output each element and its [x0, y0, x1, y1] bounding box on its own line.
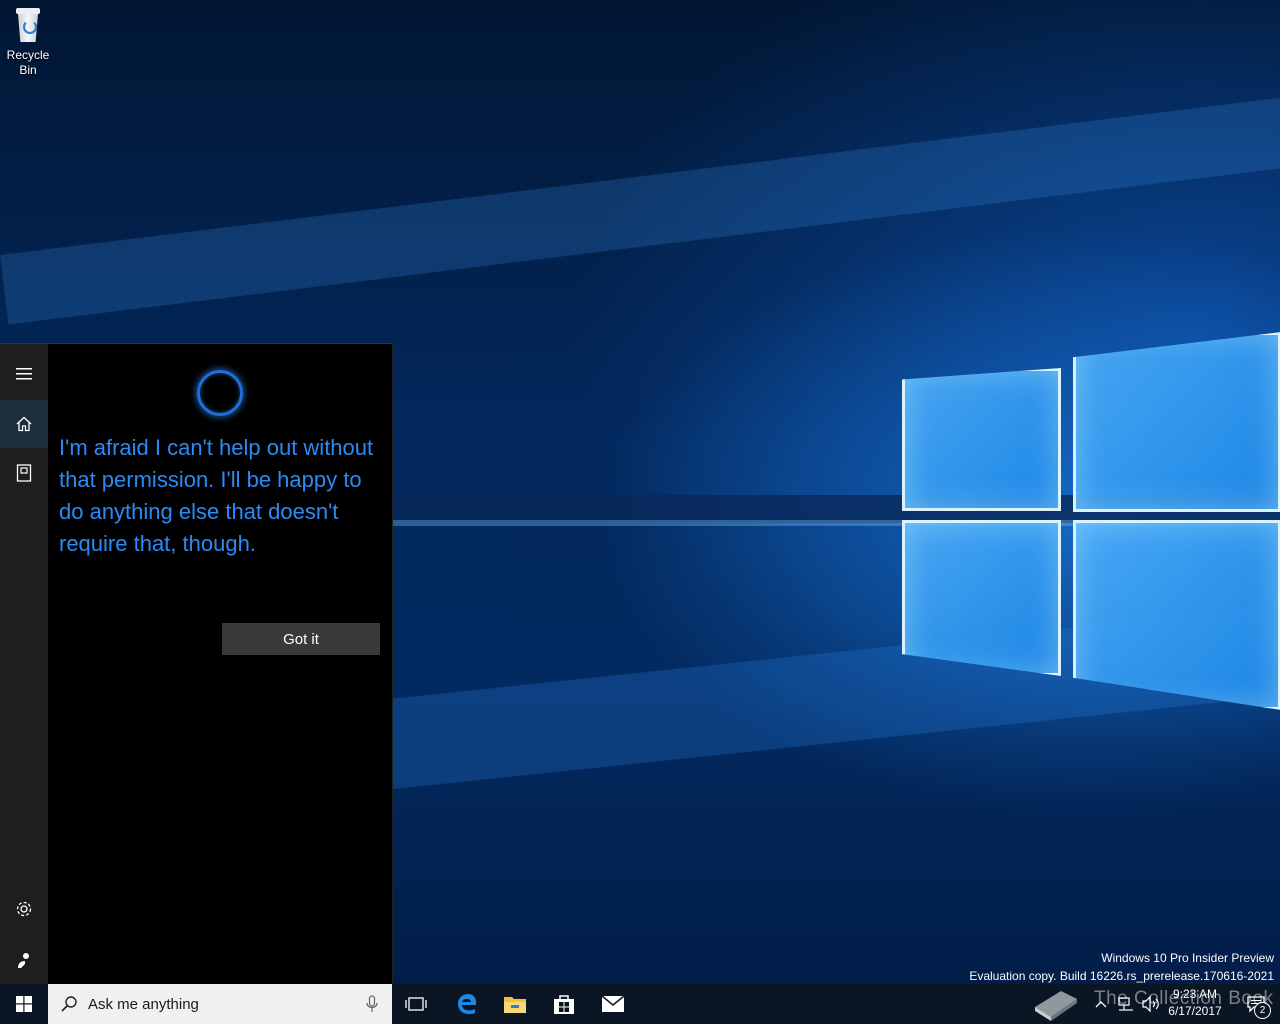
cortana-panel: I'm afraid I can't help out without that… — [0, 343, 393, 985]
taskbar: 9:23 AM 6/17/2017 2 — [0, 984, 1280, 1024]
search-icon — [61, 996, 77, 1012]
notification-count-badge: 2 — [1254, 1002, 1271, 1019]
logo-pane-bottom-right — [1073, 520, 1280, 710]
file-explorer-button[interactable] — [491, 984, 539, 1024]
start-button[interactable] — [0, 984, 48, 1024]
search-input[interactable] — [86, 994, 350, 1014]
logo-pane-top-left — [902, 368, 1061, 511]
got-it-button[interactable]: Got it — [222, 623, 380, 655]
feedback-button[interactable] — [0, 936, 48, 984]
feedback-icon — [18, 953, 29, 968]
file-explorer-icon — [504, 997, 526, 1013]
clock-date: 6/17/2017 — [1168, 1004, 1222, 1018]
mail-button[interactable] — [589, 984, 637, 1024]
show-hidden-icons-button[interactable] — [1090, 984, 1112, 1024]
recycle-bin-icon — [12, 6, 44, 44]
people-button[interactable] — [1030, 984, 1080, 1024]
task-view-button[interactable] — [392, 984, 440, 1024]
task-view-icon — [405, 997, 427, 1011]
volume-icon — [1142, 996, 1159, 1012]
watermark-edition: Windows 10 Pro Insider Preview — [1101, 951, 1274, 965]
edge-button[interactable] — [443, 984, 491, 1024]
windows-logo-icon — [16, 996, 32, 1012]
watermark-build: Evaluation copy. Build 16226.rs_prerelea… — [969, 969, 1274, 983]
logo-pane-top-right — [1073, 332, 1280, 512]
notebook-button[interactable] — [0, 449, 48, 497]
clock[interactable]: 9:23 AM 6/17/2017 — [1160, 986, 1230, 1020]
cortana-search-box[interactable] — [48, 984, 392, 1024]
logo-pane-bottom-left — [902, 520, 1061, 676]
home-button[interactable] — [0, 400, 48, 448]
action-center-button[interactable]: 2 — [1236, 984, 1276, 1024]
microphone-icon[interactable] — [366, 995, 378, 1013]
cortana-nav-rail — [0, 344, 48, 985]
settings-icon — [16, 901, 32, 917]
network-button[interactable] — [1114, 984, 1138, 1024]
notebook-icon — [16, 464, 32, 482]
store-button[interactable] — [540, 984, 588, 1024]
book-icon — [1035, 991, 1077, 1021]
settings-button[interactable] — [0, 885, 48, 933]
mail-icon — [601, 995, 625, 1012]
cortana-message: I'm afraid I can't help out without that… — [59, 435, 374, 556]
hamburger-menu-icon — [16, 368, 32, 380]
chevron-up-icon — [1095, 1001, 1107, 1008]
edge-icon — [458, 994, 477, 1015]
desktop-icon-recycle-bin[interactable]: Recycle Bin — [2, 6, 54, 78]
desktop-icon-label: Recycle Bin — [6, 48, 50, 77]
store-icon — [554, 995, 574, 1014]
build-watermark: Windows 10 Pro Insider Preview Evaluatio… — [969, 949, 1274, 985]
clock-time: 9:23 AM — [1172, 987, 1218, 1001]
cortana-logo-icon — [197, 370, 243, 416]
network-icon — [1118, 997, 1133, 1011]
hamburger-menu-button[interactable] — [0, 350, 48, 398]
home-icon — [16, 416, 32, 432]
